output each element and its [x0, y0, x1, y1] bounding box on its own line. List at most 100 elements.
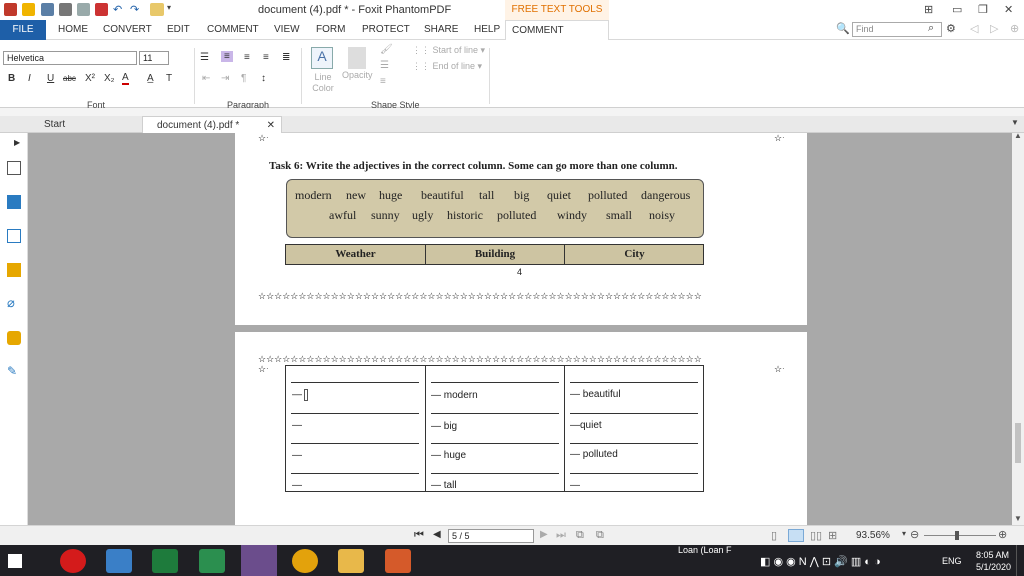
excel-icon[interactable] [152, 549, 178, 573]
minimize-icon[interactable]: ▭ [952, 3, 962, 16]
save-icon[interactable] [41, 3, 54, 16]
signature-icon[interactable]: ✎ [7, 364, 17, 378]
new-pdf-icon[interactable] [95, 3, 108, 16]
properties-icon[interactable] [77, 3, 90, 16]
start-of-line-select[interactable]: ⋮⋮ Start of line ▾ [412, 45, 485, 56]
computer-icon[interactable] [106, 549, 132, 573]
building-entry[interactable]: — modern [431, 390, 478, 401]
tab-form[interactable]: FORM [310, 20, 351, 40]
facing-icon[interactable]: ▯▯ [810, 529, 822, 542]
tab-help[interactable]: HELP [468, 20, 506, 40]
media-player-icon[interactable] [385, 549, 411, 573]
page-view-icon[interactable]: ⧉ [576, 529, 584, 542]
continuous-page-icon[interactable] [788, 529, 804, 542]
tab-document[interactable]: document (4).pdf * ✕ [142, 116, 282, 133]
subscript-button[interactable]: X₂ [104, 73, 115, 84]
building-entry[interactable]: — tall [431, 480, 457, 491]
city-entry[interactable]: — beautiful [570, 389, 621, 400]
foxit-taskbar-icon[interactable] [241, 545, 277, 576]
tab-edit[interactable]: EDIT [161, 20, 196, 40]
font-size-select[interactable]: 11 [139, 51, 169, 65]
expand-panel-icon[interactable]: ▶ [14, 138, 20, 147]
page-thumbnails-icon[interactable] [7, 161, 21, 175]
line-style-icon[interactable]: ☰ [380, 60, 389, 71]
clock-date[interactable]: 5/1/2020 [976, 562, 1011, 572]
search-icon[interactable]: ⌕ [928, 22, 934, 35]
text-style-button[interactable]: T [166, 73, 172, 84]
bookmark-icon[interactable] [7, 229, 21, 243]
paragraph-spacing-button[interactable]: ¶ [241, 73, 246, 84]
line-color-icon[interactable]: A [311, 47, 333, 69]
scroll-thumb[interactable] [1015, 423, 1021, 463]
customize-dropdown-icon[interactable]: ▾ [167, 3, 171, 12]
scroll-up-icon[interactable]: ▲ [1014, 131, 1022, 140]
zoom-dropdown-icon[interactable]: ▾ [902, 529, 906, 538]
vertical-scrollbar[interactable]: ▲ ▼ [1012, 131, 1024, 525]
tab-start[interactable]: Start [0, 116, 142, 133]
end-of-line-select[interactable]: ⋮⋮ End of line ▾ [412, 61, 482, 72]
zoom-out-icon[interactable]: ⊖ [910, 528, 919, 541]
tray-icons[interactable]: ◧ ◉ ◉ N ⋀ ⊡ 🔊 ▥ ◐ ◑ [760, 555, 881, 568]
zoom-slider[interactable] [924, 535, 996, 536]
bold-button[interactable]: B [8, 73, 15, 84]
tab-share[interactable]: SHARE [418, 20, 464, 40]
weather-entry[interactable]: — [292, 450, 302, 461]
print-icon[interactable] [59, 3, 72, 16]
font-color-button[interactable]: A [122, 72, 129, 85]
single-page-icon[interactable]: ▯ [771, 529, 777, 542]
opera-icon[interactable] [60, 549, 86, 573]
tab-list-icon[interactable]: ▼ [1011, 118, 1019, 127]
tab-file[interactable]: FILE [0, 20, 46, 40]
undo-icon[interactable]: ↶ [113, 3, 122, 16]
language-indicator[interactable]: ENG [942, 556, 962, 566]
page-number-input[interactable]: 5 / 5 [448, 529, 534, 543]
page-layout-icon[interactable]: ⧉ [596, 529, 604, 542]
close-icon[interactable]: ✕ [1004, 3, 1013, 16]
line-color-label[interactable]: Line Color [309, 72, 337, 94]
font-name-select[interactable]: Helvetica [3, 51, 137, 65]
zoom-slider-thumb[interactable] [955, 531, 959, 540]
tab-comment[interactable]: COMMENT [201, 20, 265, 40]
windows-start-icon[interactable] [8, 554, 22, 568]
tab-convert[interactable]: CONVERT [97, 20, 158, 40]
show-desktop-button[interactable] [1016, 545, 1024, 576]
redo-icon[interactable]: ↷ [130, 3, 139, 16]
fill-color-icon[interactable]: 🖌 [380, 44, 393, 55]
weather-entry[interactable]: — [292, 480, 302, 491]
zoom-level[interactable]: 93.56% [856, 530, 890, 541]
tab-protect[interactable]: PROTECT [356, 20, 416, 40]
search-options-icon[interactable]: 🔍 [836, 22, 850, 35]
close-tab-icon[interactable]: ✕ [267, 117, 275, 134]
more-icon[interactable]: ⊕ [1010, 22, 1019, 35]
justify-button[interactable]: ≣ [282, 52, 290, 63]
continuous-facing-icon[interactable]: ⊞ [828, 529, 837, 542]
opacity-icon[interactable] [348, 47, 366, 69]
attachment-icon[interactable]: ⌀ [7, 295, 15, 311]
opacity-label[interactable]: Opacity [342, 70, 373, 80]
tab-comment-format[interactable]: COMMENT FORMAT [505, 20, 609, 56]
italic-button[interactable]: I [28, 73, 31, 84]
notification-text[interactable]: Loan (Loan F [678, 545, 732, 565]
app-icon[interactable] [199, 549, 225, 573]
strikethrough-button[interactable]: abc [63, 74, 76, 83]
building-entry[interactable]: — big [431, 421, 457, 432]
building-entry[interactable]: — huge [431, 450, 466, 461]
previous-page-icon[interactable]: ◀ [433, 529, 441, 540]
line-width-icon[interactable]: ≡ [380, 76, 386, 87]
open-icon[interactable] [22, 3, 35, 16]
indent-increase-button[interactable]: ⇥ [221, 73, 229, 84]
security-icon[interactable] [7, 331, 21, 345]
clock-time[interactable]: 8:05 AM [976, 550, 1009, 560]
indent-decrease-button[interactable]: ⇤ [202, 73, 210, 84]
align-left-button[interactable]: ≡ [221, 51, 233, 62]
layers-icon[interactable] [7, 195, 21, 209]
tab-home[interactable]: HOME [52, 20, 94, 40]
superscript-button[interactable]: X² [85, 73, 95, 84]
last-page-icon[interactable]: ⏭ [556, 529, 566, 542]
first-page-icon[interactable]: ⏮ [414, 529, 424, 542]
chrome-icon[interactable] [292, 549, 318, 573]
settings-icon[interactable]: ⚙ [946, 22, 956, 35]
weather-entry[interactable]: — [292, 420, 302, 431]
restore-icon[interactable]: ❐ [978, 3, 988, 16]
tab-view[interactable]: VIEW [268, 20, 306, 40]
